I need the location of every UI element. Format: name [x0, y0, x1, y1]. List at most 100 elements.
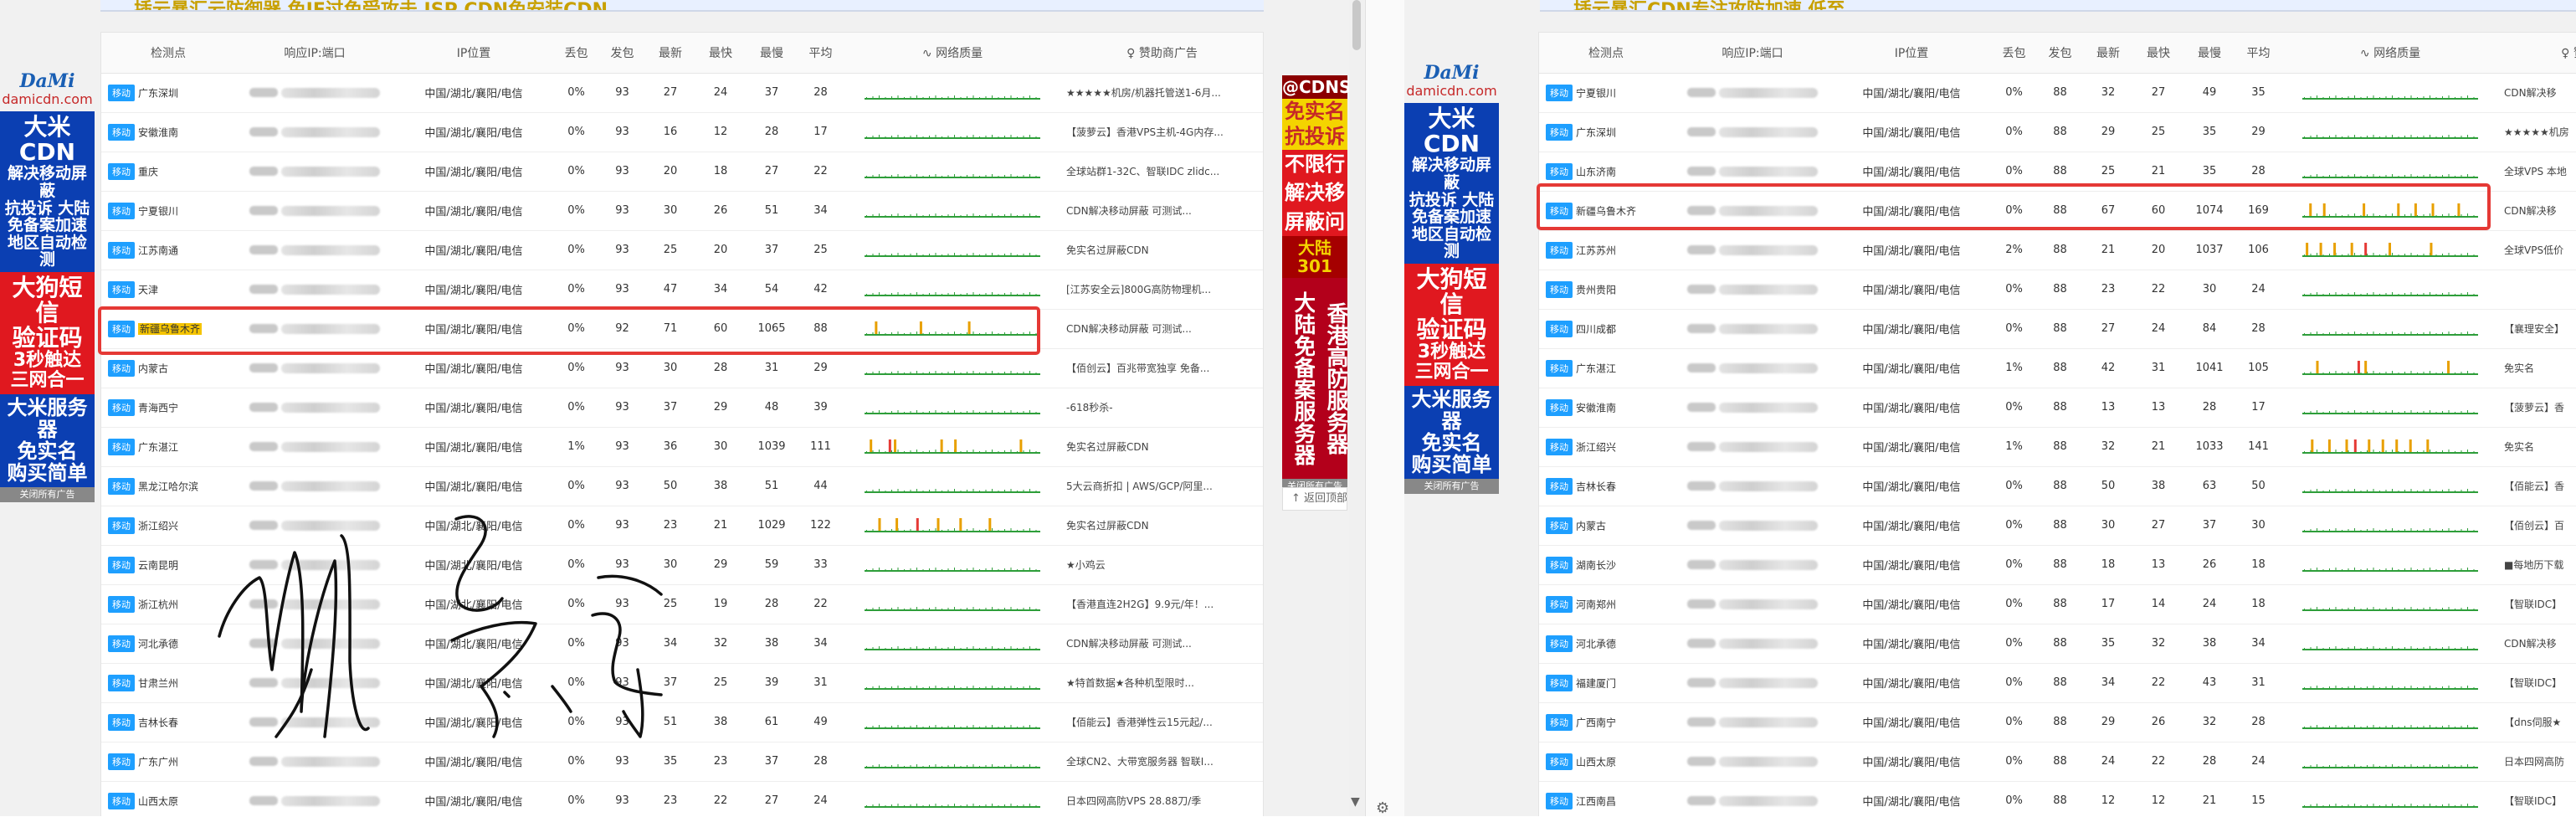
scrollbar[interactable]: [1349, 0, 1364, 816]
sponsor-ad-link[interactable]: 【佰能云】香港弹性云15元起/...: [1061, 702, 1263, 742]
sponsor-ad-link[interactable]: CDN解决移动屏蔽 可测试...: [1061, 309, 1263, 349]
left-side-ad[interactable]: DaMi damicdn.com 大米CDN 解决移动屏蔽 抗投诉 大陆 免备案…: [1404, 63, 1499, 495]
sponsor-ad-link[interactable]: ★小鸡云: [1061, 545, 1263, 585]
sponsor-ad-link[interactable]: 日本四网高防: [2499, 742, 2576, 782]
ad-line: 大米服务器: [1411, 387, 1492, 433]
table-row[interactable]: 移动 河北承德 中国/湖北/襄阳/电信 0% 93 34 32 38 34 CDN解决移动屏蔽 可…: [101, 624, 1263, 664]
right-side-ad[interactable]: @CDNS 免实名 抗投诉 不限行 解决移 屏蔽问 大陆301 大陆免备案服务器…: [1282, 75, 1351, 495]
sponsor-ad-link[interactable]: 免实名: [2499, 348, 2576, 388]
table-row[interactable]: 移动 广东广州 中国/湖北/襄阳/电信 0% 93 35 23 37 28 全球CN2、大带宽服务…: [101, 742, 1263, 782]
response-ip-cell: [1673, 348, 1832, 388]
sponsor-ad-link[interactable]: CDN解决移动屏蔽 可测试...: [1061, 191, 1263, 231]
table-row[interactable]: 移动 江苏苏州 中国/湖北/襄阳/电信 2% 88 21 20 1037 106 全球VPS低价: [1539, 230, 2576, 270]
table-row[interactable]: 移动 安徽淮南 中国/湖北/襄阳/电信 0% 93 16 12 28 17 【菠萝云】香港VPS主…: [101, 112, 1263, 152]
latest-cell: 24: [2083, 742, 2133, 782]
sponsor-ad-link[interactable]: 【佰创云】百兆带宽独享 免备...: [1061, 348, 1263, 388]
table-row[interactable]: 移动 天津 中国/湖北/襄阳/电信 0% 93 47 34 54 42 [江苏安全云]800G高防…: [101, 270, 1263, 310]
table-row[interactable]: 移动 内蒙古 中国/湖北/襄阳/电信 0% 88 30 27 37 30 【佰创云】百: [1539, 506, 2576, 546]
table-row[interactable]: 移动 云南昆明 中国/湖北/襄阳/电信 0% 93 30 29 59 33 ★小鸡云: [101, 545, 1263, 585]
redacted-ip: [1719, 244, 1818, 255]
sponsor-ad-link[interactable]: 免实名过屏蔽CDN: [1061, 230, 1263, 270]
table-row[interactable]: 移动 四川成都 中国/湖北/襄阳/电信 0% 88 27 24 84 28 【襄理安全】: [1539, 309, 2576, 349]
sponsor-ad-link[interactable]: 【菠萝云】香: [2499, 388, 2576, 428]
table-row[interactable]: 移动 广东湛江 中国/湖北/襄阳/电信 1% 88 42 31 1041 105 免实名: [1539, 348, 2576, 388]
sponsor-ad-link[interactable]: 免实名过屏蔽CDN: [1061, 427, 1263, 467]
latency-tick: [2473, 96, 2475, 98]
table-row[interactable]: 移动 浙江绍兴 中国/湖北/襄阳/电信 1% 88 32 21 1033 141 免实名: [1539, 427, 2576, 467]
table-row[interactable]: 移动 广西南宁 中国/湖北/襄阳/电信 0% 88 29 26 32 28 【dns伺服★: [1539, 702, 2576, 742]
table-row[interactable]: 移动 重庆 中国/湖北/襄阳/电信 0% 93 20 18 27 22 全球站群1-32C、智联I…: [101, 152, 1263, 192]
close-all-ads-button[interactable]: 关闭所有广告: [1404, 479, 1499, 495]
sponsor-ad-link[interactable]: CDN解决移动屏蔽 可测试...: [1061, 624, 1263, 664]
latency-tick: [2410, 95, 2412, 98]
table-row[interactable]: 移动 浙江杭州 中国/湖北/襄阳/电信 0% 93 25 19 28 22 【香港直连2H2G】9…: [101, 584, 1263, 624]
sponsor-ad-link[interactable]: 日本四网高防VPS 28.88刀/季: [1061, 781, 1263, 816]
sponsor-ad-link[interactable]: 【dns伺服★: [2499, 702, 2576, 742]
sponsor-ad-link[interactable]: 【智联IDC】: [2499, 781, 2576, 816]
table-row[interactable]: 移动 河北承德 中国/湖北/襄阳/电信 0% 88 35 32 38 34 CDN解决移: [1539, 624, 2576, 664]
table-row[interactable]: 移动 吉林长春 中国/湖北/襄阳/电信 0% 93 51 38 61 49 【佰能云】香港弹性云1…: [101, 702, 1263, 742]
latency-tick: [872, 410, 874, 413]
sponsor-ad-link[interactable]: 【智联IDC】: [2499, 663, 2576, 703]
table-row[interactable]: 移动 浙江绍兴 中国/湖北/襄阳/电信 0% 93 23 21 1029 122 免实名过屏蔽CD…: [101, 506, 1263, 546]
table-row[interactable]: 移动 广东深圳 中国/湖北/襄阳/电信 0% 88 29 25 35 29 ★★★★★机房: [1539, 112, 2576, 152]
table-row[interactable]: 移动 青海西宁 中国/湖北/襄阳/电信 0% 93 37 29 48 39 -618秒杀-: [101, 388, 1263, 428]
back-to-top-button[interactable]: ↑ 返回顶部: [1282, 487, 1347, 511]
latency-tick: [960, 804, 962, 806]
table-row[interactable]: 移动 甘肃兰州 中国/湖北/襄阳/电信 0% 93 37 25 39 31 ★特首数据★各种机型限…: [101, 663, 1263, 703]
table-row[interactable]: 移动 福建厦门 中国/湖北/襄阳/电信 0% 88 34 22 43 31 【智联IDC】: [1539, 663, 2576, 703]
sponsor-ad-link[interactable]: [江苏安全云]800G高防物理机...: [1061, 270, 1263, 310]
table-row[interactable]: 移动 宁夏银川 中国/湖北/襄阳/电信 0% 93 30 26 51 34 CDN解决移动屏蔽 可…: [101, 191, 1263, 231]
sponsor-ad-link[interactable]: 全球站群1-32C、智联IDC zlidc...: [1061, 152, 1263, 192]
sponsor-ad-link[interactable]: 【襄理安全】: [2499, 309, 2576, 349]
sponsor-ad-link[interactable]: CDN解决移: [2499, 73, 2576, 113]
column-header-label: 最慢: [760, 46, 783, 60]
table-row[interactable]: 移动 河南郑州 中国/湖北/襄阳/电信 0% 88 17 14 24 18 【智联IDC】: [1539, 584, 2576, 624]
close-all-ads-button[interactable]: 关闭所有广告: [0, 487, 95, 503]
table-row[interactable]: 移动 广东湛江 中国/湖北/襄阳/电信 1% 93 36 30 1039 111 免实名过屏蔽CD…: [101, 427, 1263, 467]
sponsor-ad-link[interactable]: 全球VPS低价: [2499, 230, 2576, 270]
gear-icon[interactable]: ⚙: [1376, 799, 1389, 817]
table-row[interactable]: 移动 吉林长春 中国/湖北/襄阳/电信 0% 88 50 38 63 50 【佰能云】香: [1539, 466, 2576, 506]
top-banner-ad[interactable]: 插云暴汇CDN专注攻防加速 低至: [1540, 0, 2576, 12]
sponsor-ad-link[interactable]: 【香港直连2H2G】9.9元/年！...: [1061, 584, 1263, 624]
table-row[interactable]: 移动 贵州贵阳 中国/湖北/襄阳/电信 0% 88 23 22 30 24: [1539, 270, 2576, 310]
sponsor-ad-link[interactable]: 全球VPS 本地: [2499, 152, 2576, 192]
sponsor-ad-link[interactable]: 5大云商折扣 | AWS/GCP/阿里...: [1061, 466, 1263, 506]
latency-tick: [2335, 685, 2337, 688]
latency-tick: [2467, 291, 2468, 295]
chevron-down-icon[interactable]: ▼: [1351, 795, 1360, 809]
table-row[interactable]: 移动 江西南昌 中国/湖北/襄阳/电信 0% 88 12 12 21 15 【智联IDC】: [1539, 781, 2576, 816]
sponsor-ad-link[interactable]: 免实名: [2499, 427, 2576, 467]
table-row[interactable]: 移动 宁夏银川 中国/湖北/襄阳/电信 0% 88 32 27 49 35 CDN解决移: [1539, 73, 2576, 113]
table-row[interactable]: 移动 江苏南通 中国/湖北/襄阳/电信 0% 93 25 20 37 25 免实名过屏蔽CDN: [101, 230, 1263, 270]
sponsor-ad-link[interactable]: ★★★★★机房/机器托管送1-6月...: [1061, 73, 1263, 113]
scrollbar-thumb[interactable]: [1352, 0, 1361, 50]
sponsor-ad-link[interactable]: ■每地历下载: [2499, 545, 2576, 585]
sponsor-ad-link[interactable]: -618秒杀-: [1061, 388, 1263, 428]
sponsor-ad-link[interactable]: ★特首数据★各种机型限时...: [1061, 663, 1263, 703]
pane-divider[interactable]: [1365, 0, 1404, 816]
sponsor-ad-link[interactable]: 【佰创云】百: [2499, 506, 2576, 546]
network-quality-cell: [2281, 230, 2499, 270]
sponsor-ad-link[interactable]: 免实名过屏蔽CDN: [1061, 506, 1263, 546]
latency-tick: [2423, 292, 2425, 295]
redacted-ip: [1687, 481, 1716, 491]
sponsor-ad-link[interactable]: [2499, 270, 2576, 310]
left-side-ad[interactable]: DaMi damicdn.com 大米CDN 解决移动屏蔽 抗投诉 大陆 免备案…: [0, 71, 95, 503]
table-row[interactable]: 移动 湖南长沙 中国/湖北/襄阳/电信 0% 88 18 13 26 18 ■每地历下载: [1539, 545, 2576, 585]
sponsor-ad-link[interactable]: ★★★★★机房: [2499, 112, 2576, 152]
sponsor-ad-link[interactable]: 【佰能云】香: [2499, 466, 2576, 506]
latency-tick: [1017, 647, 1018, 649]
top-banner-ad[interactable]: 插云暴汇云防御器 免IE过免受攻击 ISP CDN免安装CDN: [100, 0, 1264, 12]
table-row[interactable]: 移动 山西太原 中国/湖北/襄阳/电信 0% 93 23 22 27 24 日本四网高防VPS 2…: [101, 781, 1263, 816]
sponsor-ad-link[interactable]: CDN解决移: [2499, 191, 2576, 231]
sponsor-ad-link[interactable]: CDN解决移: [2499, 624, 2576, 664]
sponsor-ad-link[interactable]: 【智联IDC】: [2499, 584, 2576, 624]
table-row[interactable]: 移动 安徽淮南 中国/湖北/襄阳/电信 0% 88 13 13 28 17 【菠萝云】香: [1539, 388, 2576, 428]
table-row[interactable]: 移动 黑龙江哈尔滨 中国/湖北/襄阳/电信 0% 93 50 38 51 44 5大云商折扣 | …: [101, 466, 1263, 506]
table-row[interactable]: 移动 山西太原 中国/湖北/襄阳/电信 0% 88 24 22 28 24 日本四网高防: [1539, 742, 2576, 782]
table-row[interactable]: 移动 广东深圳 中国/湖北/襄阳/电信 0% 93 27 24 37 28 ★★★★★机房/机器托…: [101, 73, 1263, 113]
sponsor-ad-link[interactable]: 全球CN2、大带宽服务器 智联I...: [1061, 742, 1263, 782]
sponsor-ad-link[interactable]: 【菠萝云】香港VPS主机-4G内存...: [1061, 112, 1263, 152]
